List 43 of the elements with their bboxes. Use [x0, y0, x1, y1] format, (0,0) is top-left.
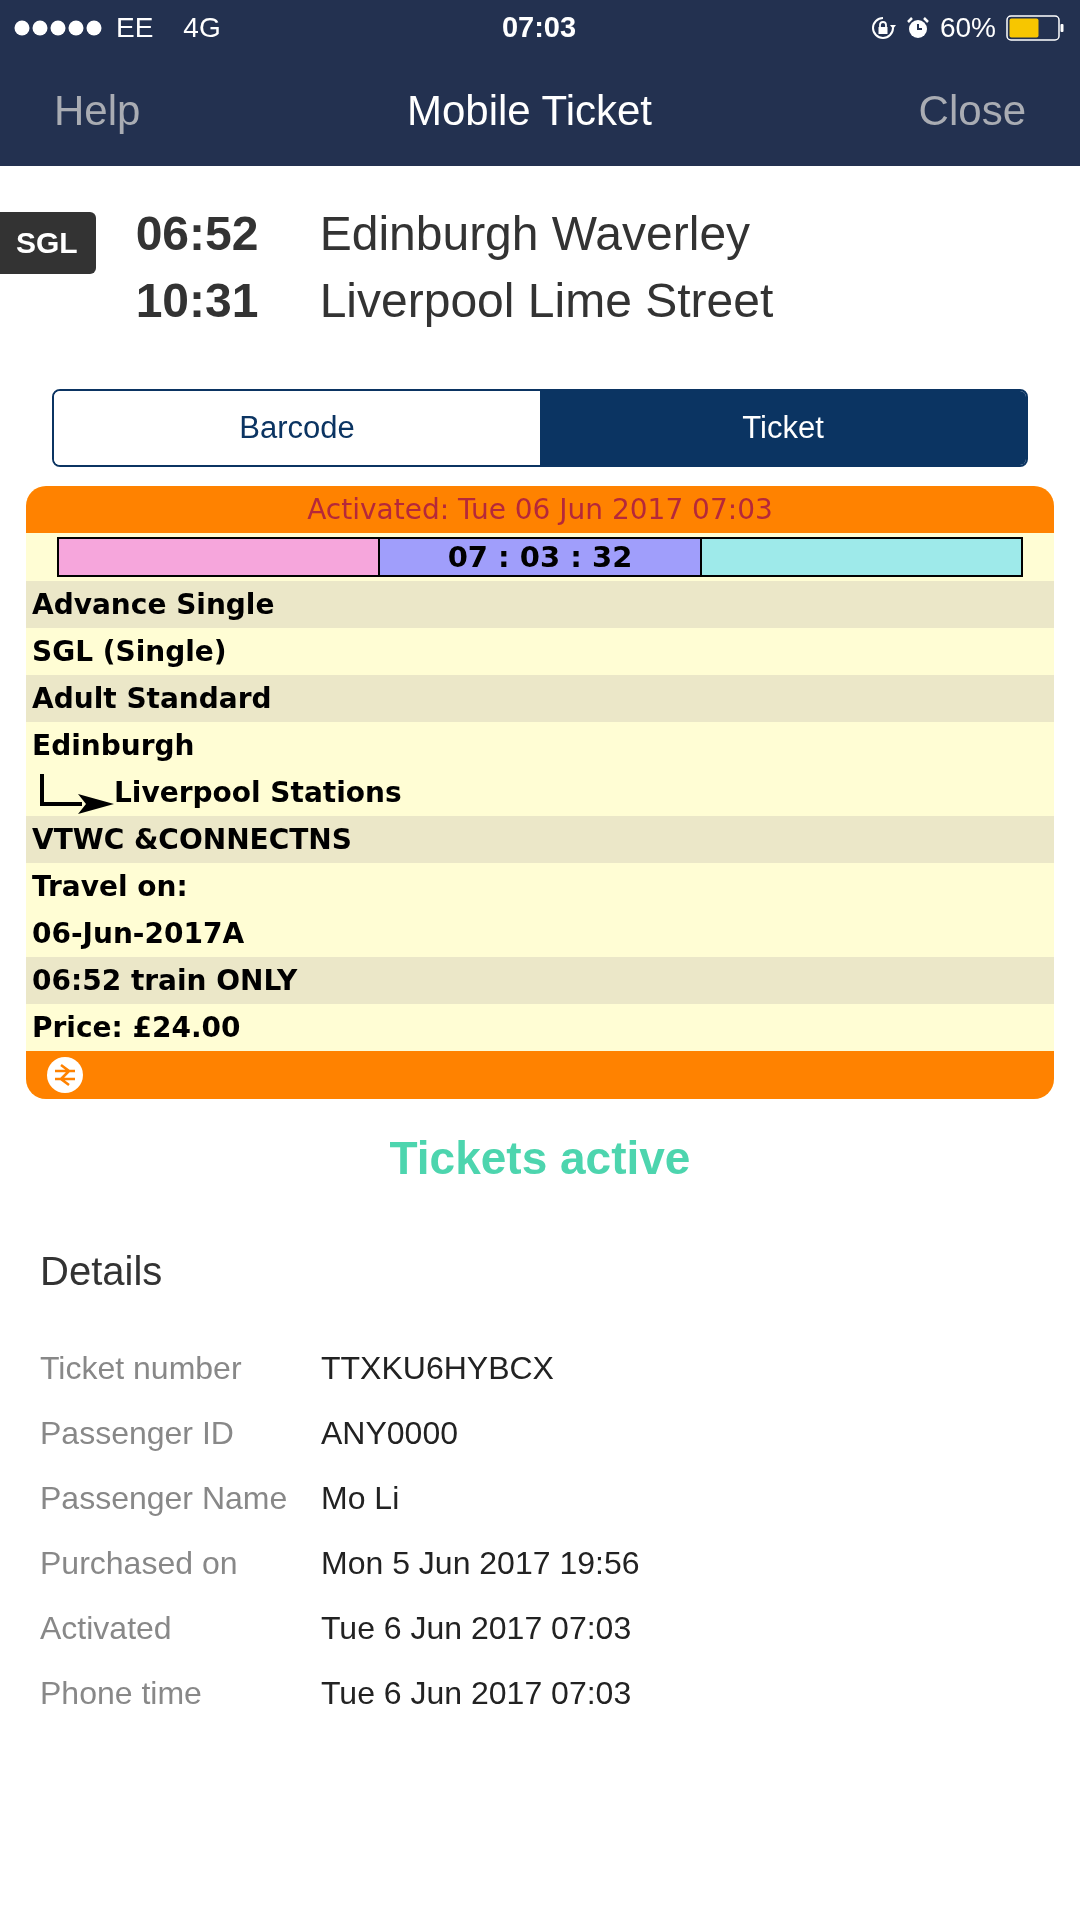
detail-label: Ticket number: [40, 1350, 243, 1387]
ticket-field: Travel on:: [32, 870, 188, 903]
detail-label: Passenger Name: [40, 1480, 289, 1517]
details-heading: Details: [40, 1249, 164, 1294]
station-name: Edinburgh Waverley: [319, 206, 751, 261]
help-button[interactable]: Help: [40, 78, 155, 143]
ticket-status: Tickets active: [388, 1131, 692, 1185]
status-time: 07:03: [501, 11, 577, 44]
ticket-field: Advance Single: [32, 588, 275, 621]
rail-logo-icon: [46, 1056, 84, 1094]
battery-icon: [1006, 14, 1064, 41]
departure-time: 06:52: [135, 206, 260, 261]
detail-label: Activated: [40, 1610, 173, 1647]
close-button[interactable]: Close: [904, 78, 1040, 143]
carrier-name: EE: [116, 11, 154, 44]
signal-icon: [14, 19, 102, 36]
rotation-lock-icon: [869, 14, 896, 41]
view-tab[interactable]: Ticket: [540, 391, 1026, 465]
detail-label: Purchased on: [40, 1545, 239, 1582]
screen-title: Mobile Ticket: [406, 86, 653, 135]
detail-value: Mon 5 Jun 2017 19:56: [321, 1545, 640, 1582]
ticket-field: Edinburgh: [32, 729, 195, 762]
detail-label: Phone time: [40, 1675, 203, 1712]
detail-label: Passenger ID: [40, 1415, 235, 1452]
ticket-type-badge: SGL: [0, 212, 96, 274]
ticket-field: Adult Standard: [32, 682, 272, 715]
ticket-field: SGL (Single): [32, 635, 227, 668]
detail-value: Mo Li: [321, 1480, 400, 1517]
departure-time: 10:31: [135, 273, 260, 328]
detail-value: TTXKU6HYBCX: [321, 1350, 554, 1387]
station-name: Liverpool Lime Street: [319, 273, 774, 328]
ticket-clock: 07 : 03 : 32: [378, 539, 700, 575]
ticket-field: 06-Jun-2017A: [32, 917, 245, 950]
detail-value: ANY0000: [321, 1415, 458, 1452]
detail-value: Tue 6 Jun 2017 07:03: [321, 1610, 632, 1647]
ticket-field: 06:52 train ONLY: [32, 964, 298, 997]
network-type: 4G: [183, 11, 221, 44]
alarm-icon: [905, 15, 930, 40]
activation-text: Activated: Tue 06 Jun 2017 07:03: [307, 493, 773, 526]
ticket-field: Price: £24.00: [32, 1011, 241, 1044]
battery-percent: 60%: [939, 11, 996, 44]
detail-value: Tue 6 Jun 2017 07:03: [321, 1675, 632, 1712]
ticket-field: Liverpool Stations: [114, 776, 402, 809]
